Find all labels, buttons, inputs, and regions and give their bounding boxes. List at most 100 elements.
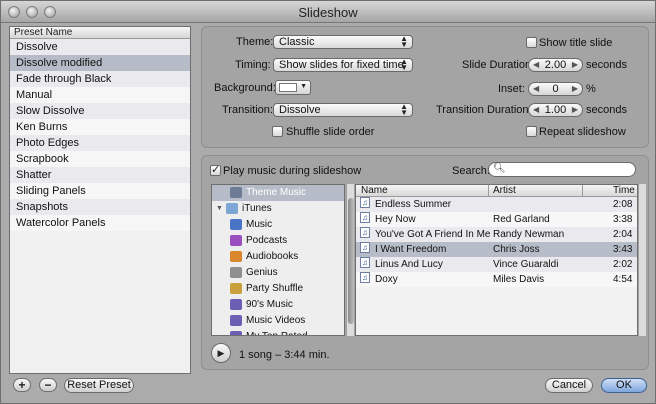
decrement-arrow-icon[interactable]: ◀ xyxy=(533,104,539,116)
track-name: I Want Freedom xyxy=(375,244,447,255)
preset-item[interactable]: Scrapbook xyxy=(10,151,190,167)
transition-popup[interactable]: Dissolve ▲ ▼ xyxy=(273,103,413,117)
preset-name-column-header[interactable]: Preset Name xyxy=(10,27,190,39)
track-time: 2:02 xyxy=(613,259,633,270)
track-name: Doxy xyxy=(375,274,398,285)
theme-value: Classic xyxy=(279,36,315,48)
itunes-icon xyxy=(226,203,238,214)
source-item[interactable]: Audiobooks xyxy=(212,249,344,265)
preset-list[interactable]: Preset Name Dissolve Dissolve modified Fad… xyxy=(9,26,191,374)
theme-popup[interactable]: Classic ▲ ▼ xyxy=(273,35,413,49)
search-icon: 🔍︎ xyxy=(493,163,506,174)
remove-preset-button[interactable]: − xyxy=(39,378,57,392)
ok-button[interactable]: OK xyxy=(601,378,647,393)
timing-label: Timing: xyxy=(235,59,271,71)
music-source-list[interactable]: Theme Music ▼ iTunes Music Podcasts Audiobook… xyxy=(211,184,345,336)
transition-duration-stepper[interactable]: ◀ 1.00 ▶ xyxy=(528,103,583,117)
popup-arrows-icon: ▲ ▼ xyxy=(400,103,408,117)
track-artist: Chris Joss xyxy=(493,244,540,255)
play-icon: ▶ xyxy=(217,348,225,358)
add-preset-button[interactable]: + xyxy=(13,378,31,392)
podcast-icon xyxy=(230,235,242,246)
inset-stepper[interactable]: ◀ 0 ▶ xyxy=(528,82,583,96)
source-item-label: Podcasts xyxy=(246,235,288,246)
source-item-label: Audiobooks xyxy=(246,251,299,262)
track-row[interactable]: ♫ Hey Now Red Garland 3:38 xyxy=(356,212,637,227)
slide-duration-stepper[interactable]: ◀ 2.00 ▶ xyxy=(528,58,583,72)
preset-item[interactable]: Snapshots xyxy=(10,199,190,215)
track-name: Linus And Lucy xyxy=(375,259,443,270)
source-item[interactable]: 90's Music xyxy=(212,297,344,313)
track-row[interactable]: ♫ You've Got A Friend In Me Randy Newman 2:… xyxy=(356,227,637,242)
preset-item[interactable]: Shatter xyxy=(10,167,190,183)
preset-item[interactable]: Dissolve xyxy=(10,39,190,55)
source-item[interactable]: Party Shuffle xyxy=(212,281,344,297)
transition-value: Dissolve xyxy=(279,104,321,116)
track-row[interactable]: ♫ Linus And Lucy Vince Guaraldi 2:02 xyxy=(356,257,637,272)
column-divider[interactable] xyxy=(488,185,489,197)
cancel-button[interactable]: Cancel xyxy=(545,378,593,393)
shuffle-slide-order-label: Shuffle slide order xyxy=(286,126,375,138)
decrement-arrow-icon[interactable]: ◀ xyxy=(533,59,539,71)
audio-file-icon: ♫ xyxy=(360,242,370,253)
reset-preset-button[interactable]: Reset Preset xyxy=(64,378,134,393)
increment-arrow-icon[interactable]: ▶ xyxy=(572,104,578,116)
timing-popup[interactable]: Show slides for fixed time ▲ ▼ xyxy=(273,58,413,72)
source-item-label: 90's Music xyxy=(246,299,293,310)
disclosure-triangle-icon[interactable]: ▼ xyxy=(216,201,223,217)
transition-label: Transition: xyxy=(222,104,273,116)
preset-item[interactable]: Photo Edges xyxy=(10,135,190,151)
artist-column-header[interactable]: Artist xyxy=(493,185,516,197)
show-title-slide-checkbox[interactable] xyxy=(526,37,537,48)
source-item[interactable]: My Top Rated xyxy=(212,329,344,335)
source-item-label: Genius xyxy=(246,267,278,278)
track-row[interactable]: ♫ Doxy Miles Davis 4:54 xyxy=(356,272,637,287)
preset-item[interactable]: Sliding Panels xyxy=(10,183,190,199)
source-item[interactable]: Podcasts xyxy=(212,233,344,249)
preset-item[interactable]: Slow Dissolve xyxy=(10,103,190,119)
preset-item[interactable]: Ken Burns xyxy=(10,119,190,135)
decrement-arrow-icon[interactable]: ◀ xyxy=(533,83,539,95)
source-item-label: Music xyxy=(246,219,273,230)
track-time: 2:04 xyxy=(613,229,633,240)
source-item[interactable]: Theme Music xyxy=(212,185,344,201)
smart-playlist-icon xyxy=(230,331,242,335)
source-list-scroll-thumb[interactable] xyxy=(348,198,354,324)
background-color-button[interactable]: ▼ xyxy=(275,80,311,95)
shuffle-slide-order-checkbox[interactable] xyxy=(272,126,283,137)
track-artist: Miles Davis xyxy=(493,274,545,285)
preset-item[interactable]: Fade through Black xyxy=(10,71,190,87)
track-time: 3:38 xyxy=(613,214,633,225)
repeat-slideshow-checkbox[interactable] xyxy=(526,126,537,137)
track-table-scrollbar[interactable] xyxy=(638,184,646,336)
source-item[interactable]: ▼ iTunes xyxy=(212,201,344,217)
time-column-header[interactable]: Time xyxy=(613,185,635,197)
increment-arrow-icon[interactable]: ▶ xyxy=(572,83,578,95)
preset-item[interactable]: Manual xyxy=(10,87,190,103)
audio-file-icon: ♫ xyxy=(360,257,370,268)
play-preview-button[interactable]: ▶ xyxy=(211,343,231,363)
inset-unit: % xyxy=(586,83,596,95)
track-row[interactable]: ♫ I Want Freedom Chris Joss 3:43 xyxy=(356,242,637,257)
name-column-header[interactable]: Name xyxy=(361,185,388,197)
repeat-slideshow-label: Repeat slideshow xyxy=(539,126,626,138)
source-list-scrollbar[interactable] xyxy=(346,184,354,336)
play-music-checkbox[interactable] xyxy=(210,163,221,176)
background-color-swatch xyxy=(279,83,297,92)
audio-file-icon: ♫ xyxy=(360,227,370,238)
source-item[interactable]: Genius xyxy=(212,265,344,281)
source-item[interactable]: Music Videos xyxy=(212,313,344,329)
preset-item[interactable]: Dissolve modified xyxy=(10,55,190,71)
preset-item[interactable]: Watercolor Panels xyxy=(10,215,190,231)
source-item[interactable]: Music xyxy=(212,217,344,233)
column-divider[interactable] xyxy=(582,185,583,197)
track-row[interactable]: ♫ Endless Summer 2:08 xyxy=(356,197,637,212)
track-table[interactable]: Name Artist Time ♫ Endless Summer 2:08 ♫ Hey… xyxy=(355,184,638,336)
search-input[interactable]: 🔍︎ xyxy=(488,162,636,177)
track-name: Hey Now xyxy=(375,214,416,225)
increment-arrow-icon[interactable]: ▶ xyxy=(572,59,578,71)
inset-value: 0 xyxy=(552,83,559,95)
film-icon xyxy=(230,187,242,198)
audio-file-icon: ♫ xyxy=(360,197,370,208)
slide-duration-unit: seconds xyxy=(586,59,627,71)
